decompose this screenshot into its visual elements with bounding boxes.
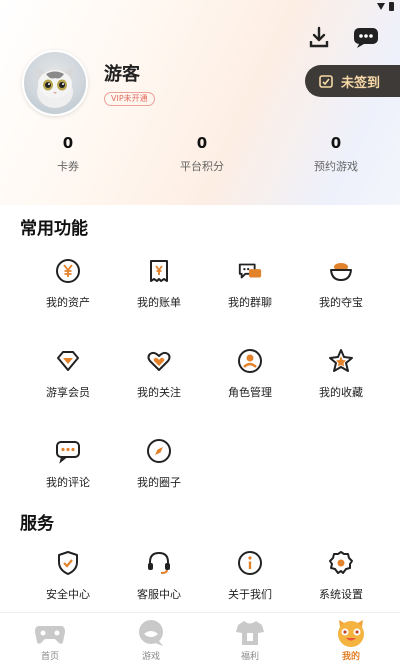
item-label: 系统设置 (319, 588, 363, 601)
about-us-item[interactable]: 关于我们 (205, 550, 295, 602)
wifi-icon (377, 2, 385, 10)
item-label: 角色管理 (228, 386, 272, 399)
item-label: 关于我们 (228, 588, 272, 601)
user-circle-icon (238, 349, 262, 373)
item-label: 我的群聊 (228, 296, 272, 309)
message-icon[interactable] (353, 24, 379, 50)
smiley-cat-icon (338, 620, 364, 647)
service-title: 服务 (20, 514, 54, 534)
avatar[interactable] (22, 50, 88, 116)
tab-games[interactable]: 游戏 (121, 619, 181, 662)
my-treasure-item[interactable]: 我的夺宝 (296, 258, 386, 310)
username: 游客 (104, 64, 140, 85)
signin-label: 未签到 (341, 75, 381, 91)
my-follow-item[interactable]: 我的关注 (114, 348, 204, 400)
stat-value: 0 (196, 134, 208, 152)
vip-status-badge[interactable]: VIP未开通 (104, 92, 155, 106)
treasure-bowl-icon (330, 263, 352, 281)
group-chat-icon (238, 263, 262, 279)
cat-avatar-icon (36, 66, 74, 108)
tab-label: 游戏 (141, 652, 160, 662)
yen-coin-icon (56, 259, 80, 283)
stat-value: 0 (62, 134, 74, 152)
gear-icon (329, 551, 353, 574)
heart-icon (147, 351, 171, 371)
status-bar (377, 0, 394, 12)
customer-service-item[interactable]: 客服中心 (114, 550, 204, 602)
stat-reserved-games[interactable]: 0 预约游戏 (286, 134, 386, 174)
stat-value: 0 (330, 134, 342, 152)
my-favorites-item[interactable]: 我的收藏 (296, 348, 386, 400)
item-label: 我的账单 (137, 296, 181, 309)
info-icon (238, 551, 262, 575)
stat-label: 平台积分 (180, 160, 224, 173)
my-circle-item[interactable]: 我的圈子 (114, 438, 204, 490)
battery-icon (389, 1, 394, 11)
gift-shirt-icon (236, 621, 264, 645)
comment-icon (56, 441, 80, 464)
compass-icon (147, 439, 171, 463)
my-assets-item[interactable]: 我的资产 (23, 258, 113, 310)
vip-member-item[interactable]: 游享会员 (23, 348, 113, 400)
shield-icon (58, 551, 78, 575)
item-label: 我的关注 (137, 386, 181, 399)
stat-points[interactable]: 0 平台积分 (152, 134, 252, 174)
download-icon[interactable] (306, 24, 332, 50)
common-functions-title: 常用功能 (20, 219, 88, 239)
item-label: 游享会员 (46, 386, 90, 399)
item-label: 我的圈子 (137, 476, 181, 489)
gamepad-icon (35, 626, 65, 644)
stat-label: 卡券 (57, 160, 79, 173)
item-label: 客服中心 (137, 588, 181, 601)
bottom-tab-bar: 首页 游戏 福利 我的 (0, 612, 400, 668)
tab-mine[interactable]: 我的 (321, 619, 381, 662)
tab-label: 首页 (40, 652, 59, 662)
stat-coupons[interactable]: 0 卡券 (18, 134, 118, 174)
my-group-chat-item[interactable]: 我的群聊 (205, 258, 295, 310)
item-label: 我的资产 (46, 296, 90, 309)
tab-home[interactable]: 首页 (20, 619, 80, 662)
my-comments-item[interactable]: 我的评论 (23, 438, 113, 490)
game-bubble-icon (139, 620, 163, 646)
item-label: 我的收藏 (319, 386, 363, 399)
stat-label: 预约游戏 (314, 160, 358, 173)
calendar-check-icon (319, 75, 333, 88)
diamond-icon (57, 351, 79, 371)
star-icon (329, 349, 353, 372)
tab-label: 福利 (240, 652, 259, 662)
security-center-item[interactable]: 安全中心 (23, 550, 113, 602)
tab-welfare[interactable]: 福利 (220, 619, 280, 662)
item-label: 安全中心 (46, 588, 90, 601)
signin-button[interactable]: 未签到 (305, 65, 400, 97)
role-management-item[interactable]: 角色管理 (205, 348, 295, 400)
item-label: 我的评论 (46, 476, 90, 489)
item-label: 我的夺宝 (319, 296, 363, 309)
bill-icon (150, 260, 168, 282)
headset-icon (148, 551, 170, 574)
system-settings-item[interactable]: 系统设置 (296, 550, 386, 602)
my-bill-item[interactable]: 我的账单 (114, 258, 204, 310)
tab-label: 我的 (341, 652, 360, 662)
